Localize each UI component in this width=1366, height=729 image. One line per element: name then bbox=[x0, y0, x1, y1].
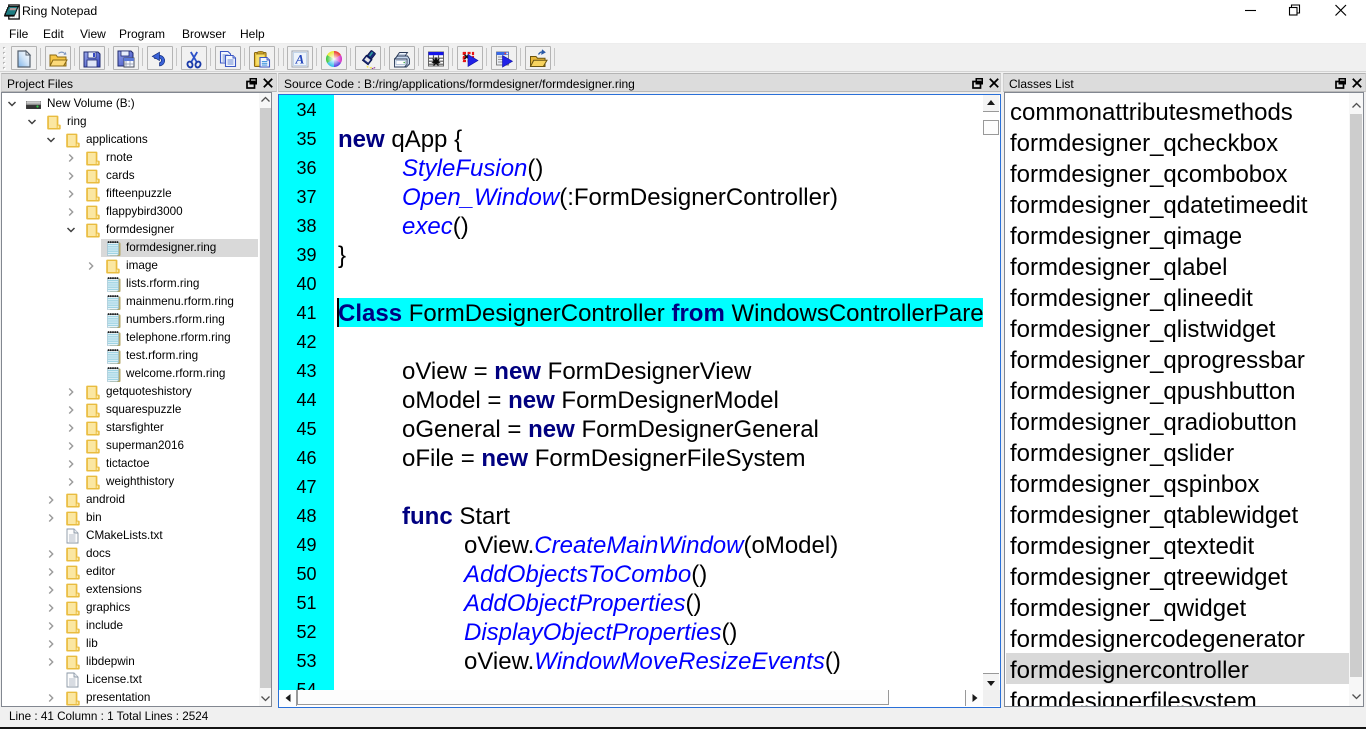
svg-text:A: A bbox=[295, 52, 305, 67]
